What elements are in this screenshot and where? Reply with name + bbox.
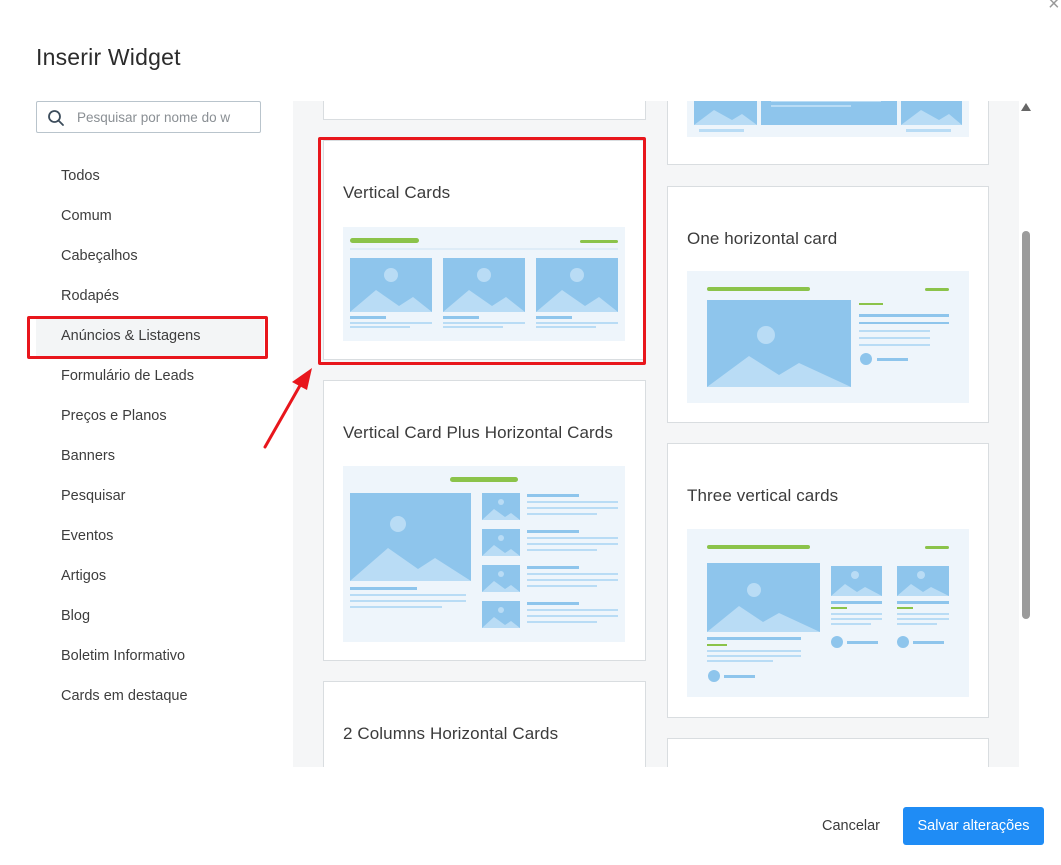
category-item-rodapes[interactable]: Rodapés: [36, 276, 264, 316]
widget-card-vertical-plus-horizontal[interactable]: Vertical Card Plus Horizontal Cards: [323, 380, 646, 661]
category-item-precos-planos[interactable]: Preços e Planos: [36, 396, 264, 436]
widget-preview-image: [343, 466, 625, 642]
widget-preview-image: [343, 227, 625, 341]
widget-preview-image: [687, 529, 969, 697]
cancel-button[interactable]: Cancelar: [808, 807, 894, 845]
widget-preview-image: [687, 271, 969, 403]
widget-grid: Vertical Cards Vertical Card Plus Horizo…: [293, 101, 1019, 767]
scroll-thumb[interactable]: [1022, 231, 1030, 619]
widget-card-title: Vertical Cards: [343, 183, 451, 202]
widget-card-title: One horizontal card: [687, 229, 838, 248]
close-icon[interactable]: ×: [1048, 0, 1060, 14]
category-item-cabecalhos[interactable]: Cabeçalhos: [36, 236, 264, 276]
widget-preview-image: [687, 101, 969, 137]
widget-card-title: Three vertical cards: [687, 486, 839, 505]
widget-card-title: Vertical Card Plus Horizontal Cards: [343, 423, 613, 442]
category-item-cards-destaque[interactable]: Cards em destaque: [36, 676, 264, 716]
category-list: Todos Comum Cabeçalhos Rodapés Anúncios …: [36, 156, 264, 716]
search-box: [36, 101, 261, 133]
category-item-eventos[interactable]: Eventos: [36, 516, 264, 556]
category-item-formulario-leads[interactable]: Formulário de Leads: [36, 356, 264, 396]
widget-card-partial-top-right[interactable]: [667, 101, 989, 165]
category-item-boletim[interactable]: Boletim Informativo: [36, 636, 264, 676]
widget-card-three-vertical[interactable]: Three vertical cards: [667, 443, 989, 718]
category-item-anuncios-listagens[interactable]: Anúncios & Listagens: [36, 316, 264, 356]
widget-card-two-columns-horizontal[interactable]: 2 Columns Horizontal Cards: [323, 681, 646, 767]
category-item-comum[interactable]: Comum: [36, 196, 264, 236]
widget-card-partial-bottom-right[interactable]: [667, 738, 989, 767]
search-input[interactable]: [77, 102, 257, 132]
category-item-banners[interactable]: Banners: [36, 436, 264, 476]
dialog-title: Inserir Widget: [36, 44, 181, 70]
widget-card-partial-top-left[interactable]: [323, 101, 646, 120]
save-changes-button[interactable]: Salvar alterações: [903, 807, 1044, 845]
category-item-todos[interactable]: Todos: [36, 156, 264, 196]
widget-grid-scrollbar[interactable]: [1019, 101, 1033, 767]
widget-card-one-horizontal[interactable]: One horizontal card: [667, 186, 989, 423]
category-item-blog[interactable]: Blog: [36, 596, 264, 636]
widget-card-vertical-cards[interactable]: Vertical Cards: [323, 140, 646, 360]
category-item-artigos[interactable]: Artigos: [36, 556, 264, 596]
scroll-up-arrow-icon[interactable]: [1021, 103, 1031, 111]
category-item-pesquisar[interactable]: Pesquisar: [36, 476, 264, 516]
search-icon: [48, 110, 64, 126]
widget-card-title: 2 Columns Horizontal Cards: [343, 724, 559, 743]
